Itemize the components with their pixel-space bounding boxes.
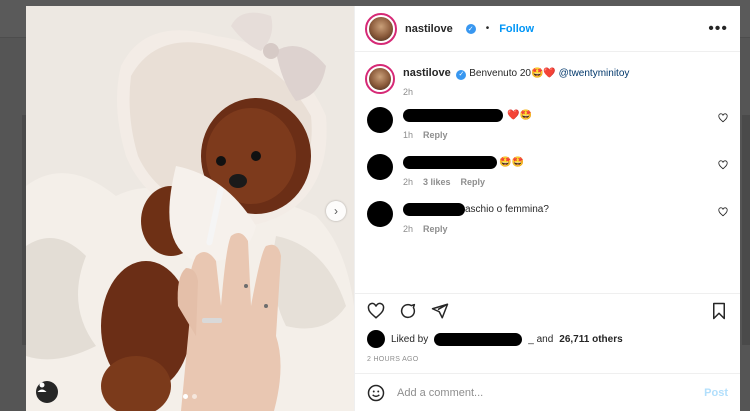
commenter-avatar-redacted[interactable]	[367, 154, 393, 180]
caption-mention-link[interactable]: @twentyminitoy	[559, 68, 630, 79]
comment-composer: Post	[355, 373, 740, 411]
post-timestamp: 2 HOURS AGO	[367, 356, 419, 363]
comment-input[interactable]	[397, 386, 693, 399]
post-header: nastilove ✓ • Follow •••	[355, 6, 740, 52]
more-options-button[interactable]: •••	[708, 20, 728, 38]
commenter-avatar-redacted[interactable]	[367, 107, 393, 133]
chevron-right-icon: ›	[334, 204, 338, 218]
author-avatar[interactable]	[365, 12, 397, 45]
post-comment-button[interactable]: Post	[704, 387, 728, 399]
reply-button[interactable]: Reply	[423, 224, 448, 234]
comment-item: aschio o femmina? 2h Reply	[367, 201, 728, 234]
share-icon[interactable]	[431, 302, 449, 320]
like-heart-icon[interactable]	[367, 302, 385, 320]
comments-list: nastilove ✓ Benvenuto 20🤩❤️ @twentyminit…	[355, 52, 740, 293]
emoji-icon[interactable]	[367, 384, 385, 402]
likes-summary: Liked by _ and 26,711 others	[367, 330, 728, 348]
comment-emoji: 🤩🤩	[499, 157, 524, 168]
comment-time: 1h	[403, 130, 414, 140]
liked-by-suffix: _ and	[528, 333, 554, 345]
carousel-next-button[interactable]: ›	[326, 201, 346, 221]
comment-time: 2h	[403, 177, 414, 187]
liked-by-label: Liked by	[391, 333, 429, 345]
verified-badge-icon: ✓	[465, 23, 476, 34]
follow-button[interactable]: Follow	[499, 23, 534, 35]
post-media: ›	[26, 6, 354, 411]
reply-button[interactable]: Reply	[461, 177, 486, 187]
comment-text: aschio o femmina?	[465, 204, 549, 215]
liker-avatar-redacted[interactable]	[367, 330, 385, 348]
heart-icon[interactable]	[718, 113, 728, 123]
author-username[interactable]: nastilove	[405, 23, 453, 35]
post-photo	[26, 6, 354, 411]
post-side-panel: nastilove ✓ • Follow ••• nastilove ✓ Ben…	[354, 6, 740, 411]
comment-time: 2h	[403, 224, 414, 234]
heart-icon[interactable]	[718, 160, 728, 170]
redacted-username	[403, 156, 497, 169]
redacted-username	[403, 203, 465, 216]
commenter-avatar-redacted[interactable]	[367, 201, 393, 227]
heart-icon[interactable]	[718, 207, 728, 217]
post-modal: › nastilove ✓ • Follow ••• nastilove ✓ B…	[26, 6, 740, 411]
redacted-username	[403, 109, 503, 122]
comment-item: 🤩🤩 2h 3 likes Reply	[367, 154, 728, 187]
redacted-liker-name	[434, 332, 523, 346]
user-tag-icon	[37, 382, 47, 392]
caption: nastilove ✓ Benvenuto 20🤩❤️ @twentyminit…	[365, 64, 728, 97]
caption-time: 2h	[403, 87, 414, 97]
bookmark-icon[interactable]	[710, 302, 728, 320]
likes-count-link[interactable]: 26,711 others	[559, 334, 622, 345]
carousel-dot-active	[183, 394, 188, 399]
caption-username[interactable]: nastilove	[403, 67, 451, 79]
comment-item: ❤️🤩 1h Reply	[367, 107, 728, 140]
comment-likes[interactable]: 3 likes	[423, 177, 451, 187]
comment-emoji: ❤️🤩	[507, 110, 532, 121]
comment-icon[interactable]	[399, 302, 417, 320]
post-actions: Liked by _ and 26,711 others 2 HOURS AGO	[355, 293, 740, 363]
carousel-dot	[192, 394, 197, 399]
carousel-indicator	[26, 394, 354, 399]
action-bar	[367, 302, 728, 320]
user-tag-button[interactable]	[36, 381, 58, 403]
background-panel-right	[742, 115, 750, 345]
caption-author-avatar[interactable]	[365, 64, 395, 94]
separator-dot: •	[485, 23, 490, 34]
reply-button[interactable]: Reply	[423, 130, 448, 140]
caption-text: Benvenuto 20🤩❤️	[469, 68, 556, 79]
verified-badge-icon: ✓	[456, 70, 467, 80]
